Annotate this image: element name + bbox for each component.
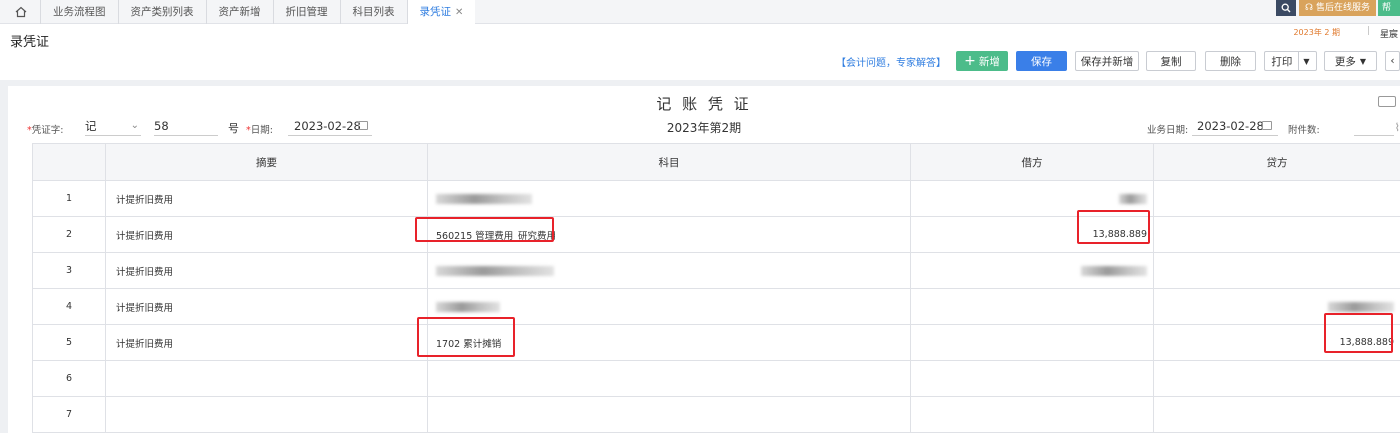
- redacted-text: [436, 301, 500, 312]
- close-icon[interactable]: ✕: [455, 7, 463, 18]
- keyboard-icon[interactable]: [1378, 96, 1396, 107]
- tab-business-flow[interactable]: 业务流程图: [40, 0, 118, 24]
- subject-cell[interactable]: 560215 管理费用_研究费用: [427, 216, 911, 253]
- row-number: 4: [32, 288, 106, 325]
- redacted-text: [1328, 301, 1394, 312]
- debit-cell[interactable]: [910, 288, 1154, 325]
- debit-header: 借方: [910, 143, 1154, 181]
- business-date-label: 业务日期:: [1147, 125, 1189, 136]
- topbar-actions: ☊ 售后在线服务 帮助: [1275, 0, 1400, 24]
- credit-cell[interactable]: [1153, 252, 1400, 289]
- debit-cell[interactable]: [910, 324, 1154, 361]
- table-row: 2 计提折旧费用 560215 管理费用_研究费用 13,888.889: [32, 216, 1400, 253]
- tab-list: 业务流程图 资产类别列表 资产新增 折旧管理 科目列表 录凭证 ✕: [40, 0, 476, 24]
- tab-depreciation[interactable]: 折旧管理: [272, 0, 340, 24]
- chevron-down-icon: ▼: [1359, 56, 1367, 66]
- subject-cell[interactable]: [427, 180, 911, 217]
- tab-voucher-entry[interactable]: 录凭证 ✕: [406, 0, 476, 24]
- redacted-text: [436, 193, 532, 204]
- table-row: 4 计提折旧费用: [32, 288, 1400, 325]
- add-button[interactable]: + 新增: [956, 51, 1008, 71]
- chevron-left-icon[interactable]: ‹: [1385, 51, 1400, 71]
- delete-button[interactable]: 删除: [1205, 51, 1256, 71]
- summary-cell[interactable]: 计提折旧费用: [105, 252, 428, 289]
- row-number: 2: [32, 216, 106, 253]
- subject-cell[interactable]: 1702 累计摊销: [427, 324, 911, 361]
- voucher-panel: 记 账 凭 证 *凭证字: 记 ⌄ 58 号 *日期: 2023-02-28 2…: [8, 86, 1400, 433]
- tab-bar: 业务流程图 资产类别列表 资产新增 折旧管理 科目列表 录凭证 ✕ ☊ 售后在线服…: [0, 0, 1400, 24]
- table-row: 6: [32, 360, 1400, 397]
- subject-cell[interactable]: [427, 360, 911, 397]
- debit-cell[interactable]: [910, 360, 1154, 397]
- row-number: 1: [32, 180, 106, 217]
- credit-cell[interactable]: [1153, 360, 1400, 397]
- attachments-input[interactable]: [1354, 116, 1394, 136]
- more-button[interactable]: 更多 ▼: [1324, 51, 1377, 71]
- page-title: 录凭证: [10, 35, 50, 50]
- voucher-entries-table: 摘要 科目 借方 贷方 1 计提折旧费用 2 计提折旧费用 560215 管理费…: [32, 143, 1400, 433]
- redacted-text: [436, 265, 554, 276]
- paperclip-icon[interactable]: ⌇: [1395, 121, 1400, 134]
- credit-cell[interactable]: [1153, 180, 1400, 217]
- voucher-meta: *凭证字: 记 ⌄ 58 号 *日期: 2023-02-28 2023年第2期 …: [8, 116, 1400, 138]
- summary-cell[interactable]: 计提折旧费用: [105, 216, 428, 253]
- credit-cell[interactable]: [1153, 396, 1400, 433]
- credit-header: 贷方: [1153, 143, 1400, 181]
- user-info[interactable]: 星宸: [1380, 27, 1400, 40]
- debit-cell[interactable]: [910, 396, 1154, 433]
- summary-cell[interactable]: 计提折旧费用: [105, 180, 428, 217]
- search-icon[interactable]: [1275, 0, 1296, 16]
- toolbar: 【会计问题，专家解答】 + 新增 保存 保存并新增 复制 删除 打印 ▼ 更多 ▼ …: [0, 51, 1400, 71]
- table-row: 1 计提折旧费用: [32, 180, 1400, 217]
- credit-cell[interactable]: [1153, 288, 1400, 325]
- summary-cell[interactable]: [105, 360, 428, 397]
- faq-link[interactable]: 【会计问题，专家解答】: [836, 54, 946, 69]
- plus-icon: +: [964, 53, 976, 69]
- save-and-new-button[interactable]: 保存并新增: [1075, 51, 1139, 71]
- tab-subject-list[interactable]: 科目列表: [339, 0, 407, 24]
- copy-button[interactable]: 复制: [1146, 51, 1196, 71]
- row-number-header: [32, 143, 106, 181]
- redacted-text: [1119, 193, 1147, 204]
- divider: |: [1366, 26, 1370, 36]
- row-number: 6: [32, 360, 106, 397]
- credit-cell[interactable]: 13,888.889: [1153, 324, 1400, 361]
- table-row: 5 计提折旧费用 1702 累计摊销 13,888.889: [32, 324, 1400, 361]
- table-header-row: 摘要 科目 借方 贷方: [32, 143, 1400, 181]
- row-number: 3: [32, 252, 106, 289]
- attachments-label: 附件数:: [1288, 125, 1320, 136]
- subject-cell[interactable]: [427, 252, 911, 289]
- after-sales-service-button[interactable]: ☊ 售后在线服务: [1298, 0, 1376, 16]
- subject-header: 科目: [427, 143, 911, 181]
- row-number: 7: [32, 396, 106, 433]
- summary-cell[interactable]: [105, 396, 428, 433]
- subject-cell[interactable]: [427, 396, 911, 433]
- help-button[interactable]: 帮助: [1378, 0, 1400, 16]
- summary-cell[interactable]: 计提折旧费用: [105, 324, 428, 361]
- home-icon[interactable]: [6, 0, 36, 24]
- save-button[interactable]: 保存: [1016, 51, 1067, 71]
- redacted-text: [1081, 265, 1147, 276]
- voucher-title: 记 账 凭 证: [656, 95, 752, 113]
- credit-cell[interactable]: [1153, 216, 1400, 253]
- current-period: 2023年 2 期: [1293, 28, 1340, 37]
- debit-cell[interactable]: [910, 252, 1154, 289]
- tab-asset-category-list[interactable]: 资产类别列表: [117, 0, 206, 24]
- debit-cell[interactable]: 13,888.889: [910, 216, 1154, 253]
- print-button[interactable]: 打印 ▼: [1264, 51, 1317, 71]
- row-number: 5: [32, 324, 106, 361]
- summary-cell[interactable]: 计提折旧费用: [105, 288, 428, 325]
- table-row: 7: [32, 396, 1400, 433]
- page-header: 录凭证 2023年 2 期 | 星宸 【会计问题，专家解答】 + 新增 保存 保存…: [0, 24, 1400, 80]
- tab-asset-add[interactable]: 资产新增: [205, 0, 273, 24]
- table-row: 3 计提折旧费用: [32, 252, 1400, 289]
- subject-cell[interactable]: [427, 288, 911, 325]
- summary-header: 摘要: [105, 143, 428, 181]
- calendar-icon[interactable]: [1262, 121, 1272, 130]
- headset-icon: ☊: [1304, 3, 1313, 13]
- debit-cell[interactable]: [910, 180, 1154, 217]
- chevron-down-icon[interactable]: ▼: [1298, 52, 1310, 70]
